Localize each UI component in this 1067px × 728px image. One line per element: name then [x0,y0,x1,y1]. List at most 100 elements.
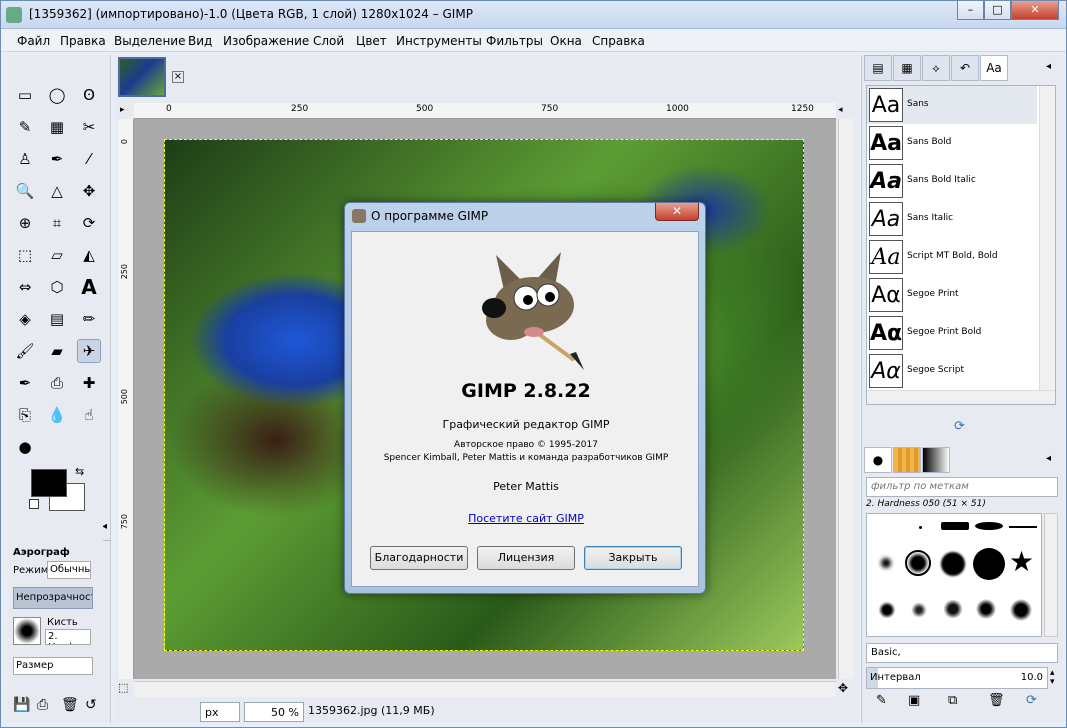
eraser-tool[interactable]: ▰ [45,339,69,363]
reset-colors-icon[interactable] [29,499,39,509]
menu-help[interactable]: Справка [592,34,645,48]
brush-item[interactable] [881,558,891,568]
paths-tool[interactable]: ✒ [45,147,69,171]
menu-windows[interactable]: Окна [550,34,582,48]
close-tab-icon[interactable]: × [172,71,184,83]
brush-item[interactable] [975,598,997,620]
restore-options-icon[interactable]: ⎙ [37,697,48,713]
new-brush-icon[interactable]: ▣ [908,693,920,708]
menu-colors[interactable]: Цвет [356,34,387,48]
menu-filters[interactable]: Фильтры [486,34,543,48]
close-button[interactable]: ✕ [1011,1,1059,20]
font-item-sans-bold[interactable]: Aa Sans Bold [867,124,1037,162]
font-item-sans-italic[interactable]: Aa Sans Italic [867,200,1037,238]
move-tool[interactable]: ✥ [77,179,101,203]
swap-colors-icon[interactable]: ⇆ [75,465,84,478]
brush-item[interactable] [975,522,1003,530]
brush-item[interactable] [877,600,897,620]
brush-item[interactable] [1009,598,1033,622]
reset-options-icon[interactable]: ↺ [85,697,97,713]
layers-tab-icon[interactable]: ▤ [864,55,892,81]
foreground-color[interactable] [31,469,67,497]
font-list-scrollbar[interactable] [1039,86,1055,390]
channels-tab-icon[interactable]: ▦ [893,55,921,81]
airbrush-tool[interactable]: ✈ [77,339,101,363]
text-tool[interactable]: A [77,275,101,299]
fuzzy-select-tool[interactable]: ✎ [13,115,37,139]
brush-grid[interactable]: ★ [866,513,1042,637]
zoom-tool[interactable]: 🔍 [13,179,37,203]
shear-tool[interactable]: ▱ [45,243,69,267]
undo-tab-icon[interactable]: ↶ [951,55,979,81]
font-item-sans[interactable]: Aa Sans [867,86,1037,124]
brush-item[interactable] [905,550,931,576]
brush-item[interactable] [973,548,1005,580]
opacity-slider[interactable]: Непрозрачност [13,587,93,609]
refresh-fonts-icon[interactable]: ⟳ [954,419,965,434]
font-item-segoe-print-bold[interactable]: Aα Segoe Print Bold [867,314,1037,352]
ruler-menu-icon[interactable]: ▸ [120,105,125,115]
ink-tool[interactable]: ✒ [13,371,37,395]
brush-preview[interactable] [13,617,41,645]
fonts-tab-icon[interactable]: Aa [980,55,1008,81]
license-button[interactable]: Лицензия [477,546,575,570]
clone-tool[interactable]: ⎙ [45,371,69,395]
dodge-burn-tool[interactable]: ● [13,435,37,459]
perspective-clone-tool[interactable]: ⎘ [13,403,37,427]
website-link[interactable]: Посетите сайт GIMP [468,512,584,525]
tag-filter-input[interactable]: фильтр по меткам [866,477,1058,497]
font-item-segoe-print[interactable]: Aα Segoe Print [867,276,1037,314]
canvas-menu-icon[interactable]: ◂ [838,105,843,115]
font-item-segoe-script[interactable]: Aα Segoe Script [867,352,1037,390]
navigate-icon[interactable]: ✥ [838,681,848,695]
brush-item[interactable] [919,526,922,529]
align-tool[interactable]: ⊕ [13,211,37,235]
brush-item[interactable] [1009,526,1037,528]
dialog-close-button[interactable]: ✕ [655,203,699,221]
unit-select[interactable]: px [200,702,240,722]
zoom-select[interactable]: 50 % [244,702,304,722]
scissors-tool[interactable]: ✂ [77,115,101,139]
brush-item-star-icon[interactable]: ★ [1009,546,1034,578]
brush-grid-scrollbar[interactable] [1044,513,1058,637]
refresh-brushes-icon[interactable]: ⟳ [1026,693,1037,708]
dialog-close-action-button[interactable]: Закрыть [584,546,682,570]
patterns-tab-icon[interactable] [893,447,921,473]
horizontal-scrollbar[interactable] [134,681,836,697]
menu-select[interactable]: Выделение [114,34,185,48]
size-slider[interactable]: Размер [13,657,93,675]
rotate-tool[interactable]: ⟳ [77,211,101,235]
brush-preset-select[interactable]: Basic, [866,643,1058,663]
delete-brush-icon[interactable]: 🗑 [988,693,1005,708]
menu-view[interactable]: Вид [188,34,212,48]
free-select-tool[interactable]: ʘ [77,83,101,107]
rect-select-tool[interactable]: ▭ [13,83,37,107]
spacing-stepper[interactable]: ▴ ▾ [1050,669,1055,687]
brush-field[interactable]: 2. Hardn [45,629,91,645]
font-item-sans-bold-italic[interactable]: Aa Sans Bold Italic [867,162,1037,200]
edit-brush-icon[interactable]: ✎ [876,693,887,708]
mode-select[interactable]: Обычны [47,561,91,579]
save-options-icon[interactable]: 💾 [13,697,30,713]
perspective-tool[interactable]: ◭ [77,243,101,267]
color-picker-tool[interactable]: ⁄ [77,147,101,171]
menu-file[interactable]: Файл [17,34,50,48]
duplicate-brush-icon[interactable]: ⧉ [948,693,957,708]
font-list-hscrollbar[interactable] [867,390,1055,404]
image-tab-thumbnail[interactable] [118,57,166,97]
paintbrush-tool[interactable]: 🖌 [13,339,37,363]
bucket-fill-tool[interactable]: ◈ [13,307,37,331]
delete-options-icon[interactable]: 🗑 [61,697,79,713]
menu-layer[interactable]: Слой [313,34,344,48]
brush-item[interactable] [941,522,969,530]
credits-button[interactable]: Благодарности [370,546,468,570]
menu-edit[interactable]: Правка [60,34,106,48]
font-item-script-mt[interactable]: Aa Script MT Bold, Bold [867,238,1037,276]
upper-dock-menu-icon[interactable]: ◂ [1046,61,1051,72]
maximize-button[interactable]: □ [984,1,1011,20]
brush-item[interactable] [941,552,965,576]
heal-tool[interactable]: ✚ [77,371,101,395]
color-select-tool[interactable]: ▦ [45,115,69,139]
blend-tool[interactable]: ▤ [45,307,69,331]
cage-tool[interactable]: ⬡ [45,275,69,299]
